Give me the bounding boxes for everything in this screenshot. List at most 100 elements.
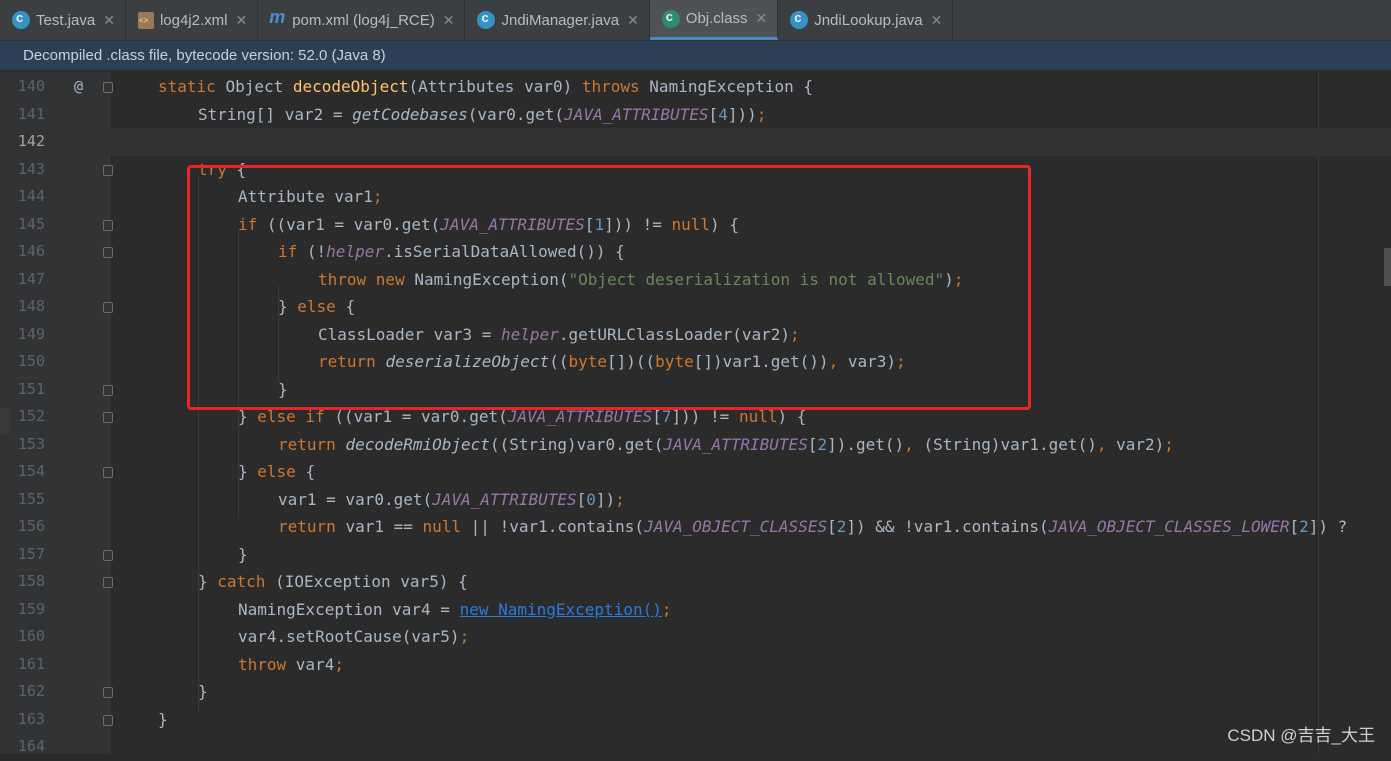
java-class-icon [12, 10, 30, 29]
code-token: JAVA_ATTRIBUTES [663, 434, 808, 454]
code-text: } [158, 706, 168, 734]
line-number: 150 [17, 352, 45, 370]
code-line[interactable]: 154 } else { [0, 458, 1391, 486]
class-file-icon [661, 9, 680, 28]
code-token: var4 [295, 654, 335, 674]
line-number: 146 [17, 242, 45, 260]
code-line[interactable]: 164 [0, 733, 1391, 761]
code-token: NamingException var4 = [238, 599, 460, 619]
code-token: NamingException { [649, 77, 814, 96]
code-token: catch [217, 572, 276, 591]
code-token: } [238, 544, 248, 564]
fold-toggle-icon[interactable] [103, 82, 113, 93]
code-token: decodeRmiObject [345, 434, 490, 454]
code-token: decodeObject [292, 77, 409, 96]
tab-label: log4j2.xml [159, 11, 228, 29]
line-number: 162 [17, 682, 45, 700]
code-token: var1 = var0.get( [278, 489, 433, 509]
code-token: (Attributes var0) [408, 77, 582, 96]
fold-toggle-icon[interactable] [103, 219, 113, 231]
code-token: ((String)var0.get( [489, 434, 664, 454]
fold-toggle-icon[interactable] [103, 467, 113, 478]
line-number: 142 [17, 132, 45, 150]
java-class-icon [790, 10, 809, 29]
tab-obj-class[interactable]: Obj.class ✕ [649, 0, 779, 40]
code-text: } else { [238, 458, 315, 486]
code-line[interactable]: 142 [0, 128, 1391, 156]
fold-toggle-icon[interactable] [103, 549, 113, 561]
banner-text: Decompiled .class file, bytecode version… [23, 47, 386, 64]
tab-log4j2-xml[interactable]: log4j2.xml ✕ [126, 0, 259, 40]
indent-guide [238, 478, 239, 519]
fold-toggle-icon[interactable] [103, 247, 113, 258]
tab-jndilookup-java[interactable]: JndiLookup.java ✕ [778, 0, 954, 40]
code-token: ]) && !var1.contains( [846, 517, 1049, 536]
code-token: var4.setRootCause(var5) [238, 627, 460, 646]
line-number: 160 [17, 627, 45, 645]
fold-toggle-icon[interactable] [103, 714, 113, 726]
code-token: ; [1164, 434, 1174, 454]
tab-jndimanager-java[interactable]: JndiManager.java ✕ [465, 0, 650, 40]
line-number: 163 [17, 709, 45, 728]
code-token: ])) [727, 104, 757, 124]
code-line[interactable]: 155 var1 = var0.get(JAVA_ATTRIBUTES[0]); [0, 486, 1391, 514]
code-text: return decodeRmiObject((String)var0.get(… [278, 431, 1174, 459]
tab-label: JndiManager.java [501, 11, 620, 29]
code-line[interactable]: 140 @ static Object decodeObject(Attribute… [0, 73, 1391, 101]
fold-toggle-icon[interactable] [103, 577, 113, 588]
code-editor[interactable]: 140 @ static Object decodeObject(Attribute… [0, 72, 1391, 755]
highlight-annotation-box [187, 165, 1031, 410]
code-token: ]) ? [1308, 517, 1348, 536]
code-token: new NamingException() [459, 599, 662, 619]
code-token: null [422, 517, 471, 536]
line-number: 156 [17, 517, 45, 535]
code-token: { [305, 462, 316, 481]
code-line[interactable]: 157} [0, 541, 1391, 569]
code-line[interactable]: 161 throw var4; [0, 651, 1391, 679]
code-text: } [198, 678, 208, 706]
scrollbar-thumb[interactable] [1384, 248, 1391, 286]
close-icon[interactable]: ✕ [103, 12, 115, 29]
code-line[interactable]: 156 return var1 == null || !var1.contains… [0, 513, 1391, 541]
close-icon[interactable]: ✕ [627, 12, 639, 29]
line-number: 164 [17, 737, 45, 755]
code-token: (String)var1.get() [923, 434, 1097, 454]
java-class-icon [477, 10, 496, 29]
code-line[interactable]: 141 String[] var2 = getCodebases(var0.get… [0, 101, 1391, 129]
close-icon[interactable]: ✕ [755, 10, 767, 27]
code-token: JAVA_OBJECT_CLASSES [644, 517, 828, 536]
line-number: 154 [17, 462, 45, 480]
code-token: } [158, 709, 168, 729]
code-line[interactable]: 159 NamingException var4 = new NamingExce… [0, 596, 1391, 624]
code-text: static Object decodeObject(Attributes va… [158, 73, 813, 101]
fold-toggle-icon[interactable] [103, 164, 113, 176]
code-line[interactable]: 162} [0, 678, 1391, 706]
tab-label: Obj.class [685, 10, 748, 27]
code-token: JAVA_ATTRIBUTES [564, 104, 709, 124]
fold-toggle-icon[interactable] [103, 302, 113, 313]
code-line[interactable]: 163} [0, 706, 1391, 734]
maven-icon [269, 7, 286, 29]
tab-test-java[interactable]: Test.java ✕ [0, 0, 126, 40]
override-marker-icon[interactable]: @ [74, 73, 83, 101]
fold-toggle-icon[interactable] [103, 384, 113, 396]
fold-toggle-icon[interactable] [103, 687, 113, 698]
tab-pom-xml[interactable]: pom.xml (log4j_RCE) ✕ [258, 0, 466, 40]
code-line[interactable]: 153 return decodeRmiObject((String)var0.g… [0, 431, 1391, 459]
code-token: (var0.get( [467, 104, 565, 124]
code-text: return var1 == null || !var1.contains(JA… [278, 513, 1347, 541]
code-token: var1 == [345, 517, 423, 536]
code-line[interactable]: 160 var4.setRootCause(var5); [0, 623, 1391, 651]
close-icon[interactable]: ✕ [443, 12, 455, 29]
code-line[interactable]: 158} catch (IOException var5) { [0, 568, 1391, 596]
close-icon[interactable]: ✕ [235, 12, 247, 29]
code-token: [ [1289, 517, 1300, 536]
line-number: 143 [17, 159, 45, 178]
line-number: 148 [17, 297, 45, 315]
close-icon[interactable]: ✕ [931, 12, 943, 29]
code-token: throw [238, 654, 296, 674]
editor-tab-bar: Test.java ✕ log4j2.xml ✕ pom.xml (log4j_… [0, 0, 1391, 41]
fold-toggle-icon[interactable] [103, 412, 113, 423]
code-token: 0 [586, 489, 596, 509]
code-token: 2 [836, 517, 847, 536]
